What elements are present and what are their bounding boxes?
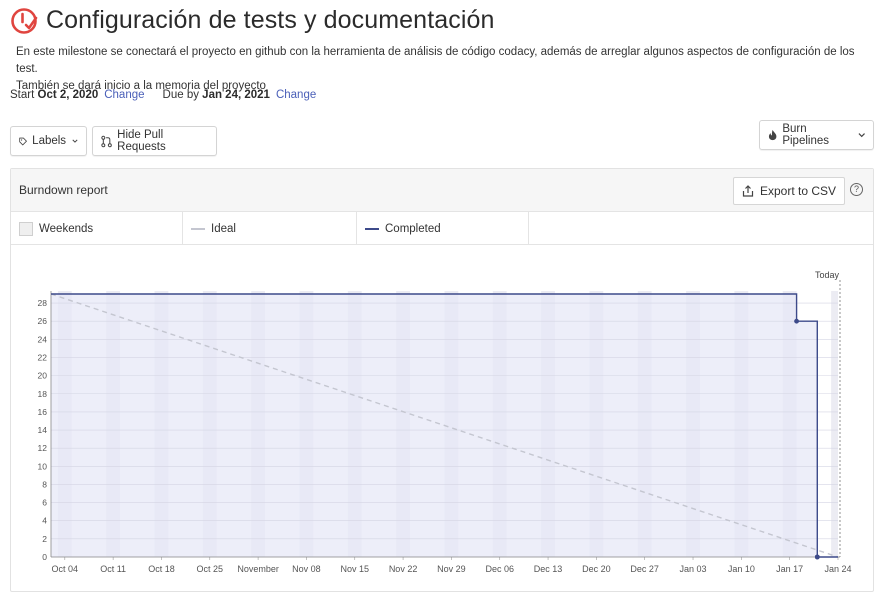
weekends-swatch: [19, 221, 33, 236]
x-tick-label: Jan 03: [680, 564, 707, 574]
y-tick-label: 22: [38, 352, 48, 362]
x-tick-label: Jan 10: [728, 564, 755, 574]
legend-completed-label: Completed: [385, 222, 441, 235]
flame-icon: [768, 129, 777, 141]
x-tick-label: Dec 20: [582, 564, 611, 574]
x-tick-label: Oct 04: [52, 564, 79, 574]
labels-button-label: Labels: [32, 135, 67, 147]
pull-request-icon: [101, 135, 112, 147]
y-tick-label: 24: [38, 334, 48, 344]
legend-ideal[interactable]: Ideal: [183, 212, 357, 245]
x-tick-label: Jan 24: [824, 564, 851, 574]
export-csv-button[interactable]: Export to CSV: [732, 177, 845, 205]
y-tick-label: 8: [42, 479, 47, 489]
x-tick-label: November: [237, 564, 279, 574]
ideal-swatch: [191, 227, 205, 230]
due-date: Jan 24, 2021: [202, 89, 270, 101]
x-tick-label: Dec 13: [534, 564, 563, 574]
milestone-description: En este milestone se conectará el proyec…: [16, 44, 866, 95]
legend-weekends[interactable]: Weekends: [11, 212, 183, 245]
today-label: Today: [815, 270, 840, 280]
y-tick-label: 20: [38, 371, 48, 381]
hide-pull-requests-button[interactable]: Hide Pull Requests: [92, 126, 217, 156]
tag-icon: [19, 137, 27, 145]
completed-point: [814, 554, 820, 560]
change-start-link[interactable]: Change: [104, 89, 144, 101]
burndown-chart: 0 2 4 6 8 10 12 14 16 18 20 22 24 26 28 Oct 04 Oct 11 Oct…: [11, 246, 873, 591]
due-label: Due by: [162, 89, 199, 101]
y-tick-label: 14: [38, 425, 48, 435]
legend-weekends-label: Weekends: [39, 222, 94, 235]
x-tick-label: Nov 29: [437, 564, 466, 574]
x-tick-label: Jan 17: [776, 564, 803, 574]
burndown-panel: Burndown report Export to CSV ? Weekends…: [10, 168, 874, 592]
y-tick-label: 26: [38, 316, 48, 326]
weekend-band: [831, 291, 838, 557]
labels-button[interactable]: Labels: [10, 126, 87, 156]
y-tick-label: 0: [42, 552, 47, 562]
start-label: Start: [10, 89, 35, 101]
help-icon[interactable]: ?: [850, 183, 863, 196]
x-tick-label: Nov 08: [292, 564, 321, 574]
x-tick-label: Dec 27: [630, 564, 659, 574]
description-line-1: En este milestone se conectará el proyec…: [16, 46, 855, 75]
milestone-icon: [11, 7, 38, 34]
x-tick-label: Oct 11: [100, 564, 126, 574]
burndown-header: Burndown report Export to CSV ?: [11, 169, 873, 212]
chevron-down-icon: [72, 139, 78, 143]
milestone-dates: Start Oct 2, 2020 Change Due by Jan 24, …: [10, 89, 316, 101]
export-csv-label: Export to CSV: [759, 184, 836, 198]
y-tick-label: 12: [38, 443, 48, 453]
chart-legend: Weekends Ideal Completed: [11, 212, 873, 245]
completed-point: [794, 318, 799, 324]
y-tick-label: 28: [38, 298, 48, 308]
x-tick-label: Nov 15: [340, 564, 369, 574]
y-tick-label: 18: [38, 389, 48, 399]
chevron-down-icon: [858, 133, 865, 138]
burndown-title: Burndown report: [19, 183, 108, 197]
y-tick-label: 6: [42, 498, 47, 508]
x-tick-label: Oct 25: [197, 564, 224, 574]
export-icon: [742, 185, 754, 197]
y-tick-label: 4: [42, 516, 47, 526]
hide-pull-requests-label: Hide Pull Requests: [117, 129, 166, 153]
x-tick-label: Nov 22: [389, 564, 418, 574]
x-tick-label: Oct 18: [148, 564, 175, 574]
start-date: Oct 2, 2020: [37, 89, 99, 101]
y-tick-label: 2: [42, 534, 47, 544]
completed-swatch: [365, 227, 379, 230]
y-tick-label: 16: [38, 407, 48, 417]
legend-ideal-label: Ideal: [211, 222, 236, 235]
burndown-chart-svg: 0246810121416182022242628Oct 04 Oct 11 Oct…: [38, 270, 852, 574]
change-due-link[interactable]: Change: [276, 89, 316, 101]
burn-pipelines-label: Burn Pipelines: [782, 123, 829, 147]
x-tick-label: Dec 06: [485, 564, 514, 574]
burn-pipelines-button[interactable]: Burn Pipelines: [759, 120, 874, 150]
title-row: Configuración de tests y documentación: [10, 6, 495, 35]
legend-completed[interactable]: Completed: [357, 212, 529, 245]
page-title: Configuración de tests y documentación: [46, 6, 495, 34]
y-tick-label: 10: [38, 461, 48, 471]
